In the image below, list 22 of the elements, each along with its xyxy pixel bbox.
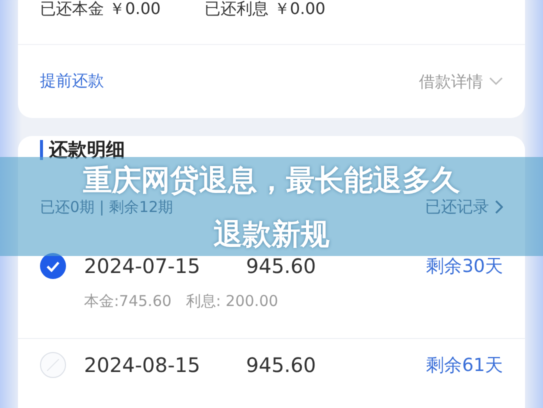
due-date: 2024-07-15 <box>84 254 202 278</box>
paid-principal: 已还本金 ￥0.00 <box>40 0 161 18</box>
loan-details-link[interactable]: 借款详情 <box>419 72 483 90</box>
headline-text: 退款新规 <box>214 218 330 250</box>
paid-interest: 已还利息 ￥0.00 <box>204 0 326 18</box>
installment-checkbox[interactable] <box>40 253 66 279</box>
accent-bar <box>40 140 43 160</box>
history-link[interactable]: 已还记录 <box>425 198 489 216</box>
early-repay-link[interactable]: 提前还款 <box>40 71 104 92</box>
section-title: 还款明细 <box>49 138 125 163</box>
chevron-down-icon[interactable] <box>489 77 503 86</box>
days-remaining: 剩余30天 <box>426 255 503 278</box>
headline-text: 重庆网贷退息，最长能退多久 <box>83 164 460 196</box>
installment-amount: 945.60 <box>246 254 317 278</box>
installment-checkbox[interactable] <box>40 352 66 378</box>
slash-icon <box>47 359 59 371</box>
installment-amount: 945.60 <box>246 353 317 377</box>
due-date: 2024-08-15 <box>84 353 202 377</box>
checkmark-icon <box>46 260 60 272</box>
chevron-right-icon[interactable] <box>495 200 503 214</box>
days-remaining: 剩余61天 <box>426 354 503 377</box>
amount-breakdown: 本金:745.60 利息: 200.00 <box>84 292 280 312</box>
